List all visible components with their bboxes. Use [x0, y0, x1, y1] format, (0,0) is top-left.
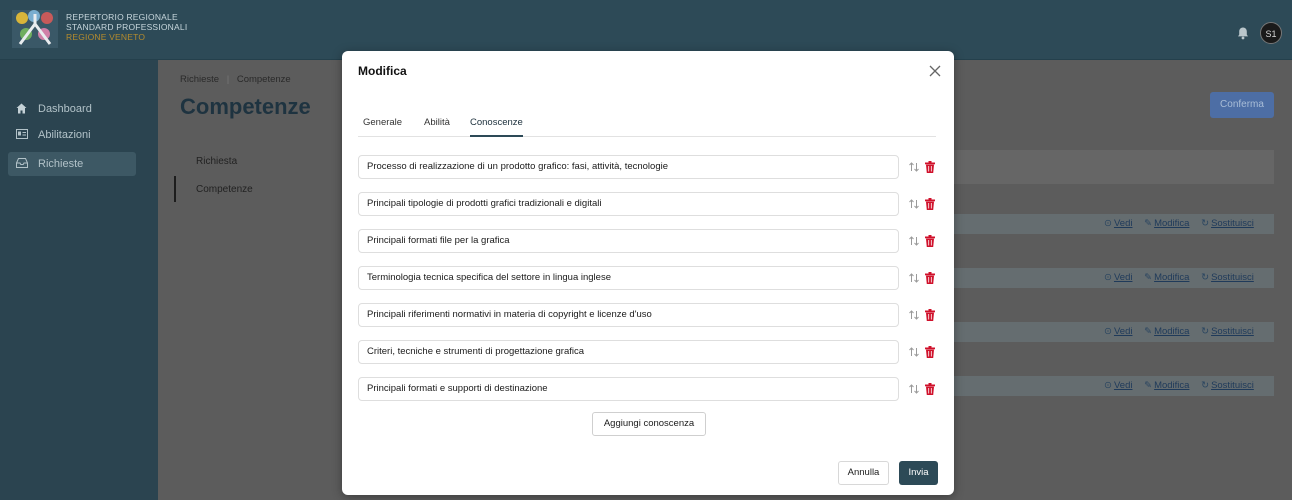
sidebar-item-label: Dashboard — [38, 103, 92, 115]
sort-icon[interactable] — [908, 235, 920, 247]
sidebar-item-abilitazioni[interactable]: Abilitazioni — [8, 123, 136, 147]
edit-link[interactable]: Modifica — [1154, 218, 1189, 229]
tab-abilita[interactable]: Abilità — [424, 117, 450, 137]
section-header-bar — [948, 150, 1274, 184]
view-link[interactable]: Vedi — [1114, 272, 1133, 283]
active-step-indicator — [174, 176, 176, 202]
sidebar-item-label: Richieste — [38, 158, 84, 170]
sidebar-item-richieste[interactable]: Richieste — [8, 152, 136, 176]
edit-link[interactable]: Modifica — [1154, 326, 1189, 337]
id-card-icon — [16, 129, 28, 139]
modal-tabs: Generale Abilità Conoscenze — [358, 111, 936, 137]
add-knowledge-button[interactable]: Aggiungi conoscenza — [592, 412, 706, 436]
trash-icon[interactable] — [925, 235, 935, 247]
knowledge-field-2[interactable]: Principali tipologie di prodotti grafici… — [358, 192, 899, 216]
row-actions: ⊙ Vedi ✎ Modifica ↻ Sostituisci — [1104, 380, 1263, 391]
breadcrumb: Richieste | Competenze — [180, 74, 291, 85]
sidebar: Dashboard Abilitazioni Richieste — [0, 60, 158, 500]
edit-icon: ✎ — [1144, 326, 1153, 337]
breadcrumb-richieste[interactable]: Richieste — [180, 74, 219, 85]
tab-conoscenze[interactable]: Conoscenze — [470, 117, 523, 137]
refresh-icon: ↻ — [1201, 272, 1210, 283]
sort-icon[interactable] — [908, 309, 920, 321]
eye-icon: ⊙ — [1104, 380, 1112, 391]
eye-icon: ⊙ — [1104, 272, 1112, 283]
replace-link[interactable]: Sostituisci — [1211, 380, 1254, 391]
trash-icon[interactable] — [925, 161, 935, 173]
bell-icon[interactable] — [1236, 26, 1250, 40]
edit-modal: Modifica Generale Abilità Conoscenze Pro… — [342, 51, 954, 495]
sort-icon[interactable] — [908, 383, 920, 395]
modal-title: Modifica — [358, 64, 407, 78]
edit-link[interactable]: Modifica — [1154, 272, 1189, 283]
knowledge-field-3[interactable]: Principali formati file per la grafica — [358, 229, 899, 253]
sort-icon[interactable] — [908, 161, 920, 173]
breadcrumb-competenze: Competenze — [236, 74, 291, 85]
sort-icon[interactable] — [908, 346, 920, 358]
home-icon — [16, 103, 27, 114]
sidebar-item-dashboard[interactable]: Dashboard — [8, 97, 136, 121]
edit-icon: ✎ — [1144, 272, 1153, 283]
step-richiesta[interactable]: Richiesta — [196, 156, 237, 167]
knowledge-field-1[interactable]: Processo di realizzazione di un prodotto… — [358, 155, 899, 179]
knowledge-field-4[interactable]: Terminologia tecnica specifica del setto… — [358, 266, 899, 290]
submit-button[interactable]: Invia — [899, 461, 938, 485]
row-actions: ⊙ Vedi ✎ Modifica ↻ Sostituisci — [1104, 272, 1263, 283]
app-name-line-1: REPERTORIO REGIONALE — [66, 12, 178, 22]
close-icon[interactable] — [928, 64, 942, 78]
eye-icon: ⊙ — [1104, 326, 1112, 337]
row-actions: ⊙ Vedi ✎ Modifica ↻ Sostituisci — [1104, 326, 1263, 337]
user-avatar[interactable]: S1 — [1260, 22, 1282, 44]
edit-link[interactable]: Modifica — [1154, 380, 1189, 391]
knowledge-field-7[interactable]: Principali formati e supporti di destina… — [358, 377, 899, 401]
cancel-button[interactable]: Annulla — [838, 461, 889, 485]
step-competenze[interactable]: Competenze — [196, 184, 253, 195]
trash-icon[interactable] — [925, 309, 935, 321]
app-name-line-3: REGIONE VENETO — [66, 32, 146, 42]
replace-link[interactable]: Sostituisci — [1211, 272, 1254, 283]
row-actions: ⊙ Vedi ✎ Modifica ↻ Sostituisci — [1104, 218, 1263, 229]
inbox-icon — [16, 158, 28, 168]
knowledge-field-6[interactable]: Criteri, tecniche e strumenti di progett… — [358, 340, 899, 364]
refresh-icon: ↻ — [1201, 326, 1210, 337]
knowledge-field-5[interactable]: Principali riferimenti normativi in mate… — [358, 303, 899, 327]
sort-icon[interactable] — [908, 198, 920, 210]
app-name-line-2: STANDARD PROFESSIONALI — [66, 22, 188, 32]
breadcrumb-separator: | — [226, 74, 230, 85]
edit-icon: ✎ — [1144, 218, 1153, 229]
trash-icon[interactable] — [925, 383, 935, 395]
view-link[interactable]: Vedi — [1114, 218, 1133, 229]
sort-icon[interactable] — [908, 272, 920, 284]
view-link[interactable]: Vedi — [1114, 380, 1133, 391]
replace-link[interactable]: Sostituisci — [1211, 218, 1254, 229]
replace-link[interactable]: Sostituisci — [1211, 326, 1254, 337]
tab-generale[interactable]: Generale — [363, 117, 402, 137]
trash-icon[interactable] — [925, 346, 935, 358]
trash-icon[interactable] — [925, 198, 935, 210]
edit-icon: ✎ — [1144, 380, 1153, 391]
refresh-icon: ↻ — [1201, 218, 1210, 229]
page-title: Competenze — [180, 94, 311, 119]
refresh-icon: ↻ — [1201, 380, 1210, 391]
eye-icon: ⊙ — [1104, 218, 1112, 229]
confirm-button[interactable]: Conferma — [1210, 92, 1274, 118]
sidebar-item-label: Abilitazioni — [38, 129, 91, 141]
app-name: REPERTORIO REGIONALE STANDARD PROFESSION… — [66, 12, 187, 42]
view-link[interactable]: Vedi — [1114, 326, 1133, 337]
region-logo-icon — [12, 10, 58, 48]
trash-icon[interactable] — [925, 272, 935, 284]
